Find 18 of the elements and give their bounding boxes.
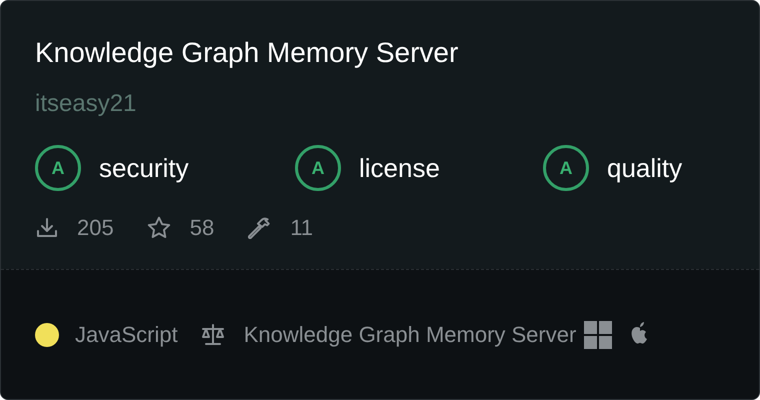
download-icon xyxy=(35,216,59,240)
grade-badge: A xyxy=(295,145,341,191)
hammer-icon xyxy=(246,215,272,241)
language-name: JavaScript xyxy=(75,322,178,348)
tool-count: 11 xyxy=(290,215,314,241)
scale-icon xyxy=(200,322,226,346)
score-label: license xyxy=(359,152,440,184)
server-title: Knowledge Graph Memory Server xyxy=(35,36,460,70)
grade-badge: A xyxy=(543,145,589,191)
star-icon xyxy=(146,215,172,241)
score-label: security xyxy=(99,152,189,184)
star-count: 58 xyxy=(190,215,214,241)
score-label: quality xyxy=(607,152,682,184)
license-name: Knowledge Graph Memory Server xyxy=(244,322,576,348)
grade-badge: A xyxy=(35,145,81,191)
windows-icon xyxy=(584,320,612,348)
download-count: 205 xyxy=(77,215,114,241)
author-name: itseasy21 xyxy=(35,89,138,119)
